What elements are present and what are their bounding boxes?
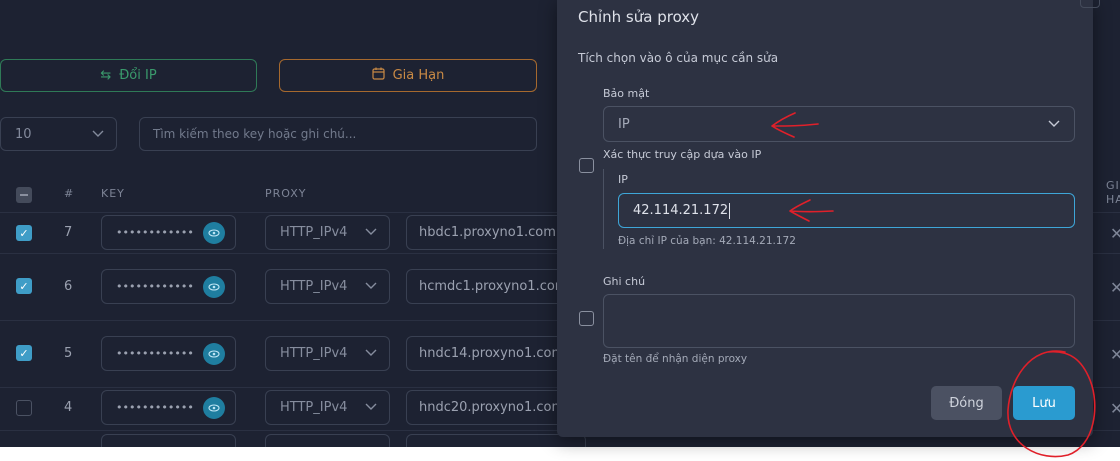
note-label: Ghi chú <box>603 275 646 288</box>
col-header-num: # <box>64 187 75 200</box>
row-checkbox[interactable]: ✓ <box>16 278 32 294</box>
proxy-type-value: HTTP_IPv4 <box>280 400 348 415</box>
security-select[interactable]: IP <box>603 106 1075 142</box>
ip-input[interactable]: 42.114.21.172 <box>618 193 1075 228</box>
section-divider <box>603 169 604 249</box>
proxy-host: hbdc1.proxyno1.com:5 <box>419 225 569 240</box>
security-checkbox[interactable] <box>579 158 594 173</box>
key-field <box>101 434 236 447</box>
proxy-type-select[interactable]: HTTP_IPv4 <box>265 390 390 425</box>
extend-label: Gia Hạn <box>392 68 445 83</box>
proxy-host: hndc14.proxyno1.com <box>419 346 565 361</box>
row-number: 4 <box>64 400 73 415</box>
row-number: 6 <box>64 279 73 294</box>
row-checkbox[interactable]: ✓ <box>16 345 32 361</box>
dialog-close-button[interactable] <box>1080 0 1100 8</box>
col-header-key: KEY <box>101 187 125 200</box>
col-header-extra: GI HA <box>1106 179 1120 206</box>
proxy-type-value: HTTP_IPv4 <box>280 279 348 294</box>
page-size-select[interactable]: 10 <box>0 117 117 151</box>
swap-ip-label: Đổi IP <box>119 68 157 83</box>
select-all-checkbox[interactable] <box>16 187 32 203</box>
proxy-type-select[interactable]: HTTP_IPv4 <box>265 269 390 304</box>
eye-icon[interactable] <box>203 397 225 419</box>
close-icon[interactable]: ✕ <box>1110 399 1120 418</box>
note-checkbox[interactable] <box>579 311 594 326</box>
proxy-type-select[interactable]: HTTP_IPv4 <box>265 336 390 371</box>
search-placeholder: Tìm kiếm theo key hoặc ghi chú... <box>153 127 357 141</box>
close-icon[interactable]: ✕ <box>1110 345 1120 364</box>
key-mask: •••••••••••• <box>116 401 194 414</box>
chevron-down-icon <box>1048 117 1060 132</box>
security-label: Bảo mật <box>603 87 650 100</box>
row-number: 5 <box>64 346 73 361</box>
extend-button[interactable]: Gia Hạn <box>279 59 537 92</box>
swap-icon: ⇆ <box>100 68 112 83</box>
auth-label: Xác thực truy cập dựa vào IP <box>603 148 762 161</box>
key-field: •••••••••••• <box>101 390 236 425</box>
proxy-type-select[interactable]: HTTP_IPv4 <box>265 215 390 250</box>
dialog-subtitle: Tích chọn vào ô của mục cần sửa <box>578 51 779 65</box>
proxy-type-value: HTTP_IPv4 <box>280 225 348 240</box>
proxy-host: hndc20.proxyno1.com <box>419 400 565 415</box>
eye-icon[interactable] <box>203 276 225 298</box>
key-mask: •••••••••••• <box>116 280 194 293</box>
proxy-type-value: HTTP_IPv4 <box>280 346 348 361</box>
row-checkbox[interactable]: ✓ <box>16 225 32 241</box>
key-mask: •••••••••••• <box>116 347 194 360</box>
row-number: 7 <box>64 225 73 240</box>
chevron-down-icon <box>92 127 104 142</box>
page-size-value: 10 <box>15 126 32 142</box>
col-header-proxy: PROXY <box>265 187 307 200</box>
key-field: •••••••••••• <box>101 336 236 371</box>
chevron-down-icon <box>365 346 377 361</box>
proxy-host: hcmdc1.proxyno1.com <box>419 279 568 294</box>
save-button[interactable]: Lưu <box>1013 386 1075 420</box>
note-textarea[interactable] <box>603 294 1075 348</box>
row-checkbox[interactable] <box>16 400 32 416</box>
key-mask: •••••••••••• <box>116 226 194 239</box>
close-icon[interactable]: ✕ <box>1110 224 1120 243</box>
note-hint: Đặt tên để nhận diện proxy <box>603 353 748 365</box>
dialog-title: Chỉnh sửa proxy <box>578 8 700 26</box>
eye-icon[interactable] <box>203 222 225 244</box>
edit-proxy-dialog: Chỉnh sửa proxy Tích chọn vào ô của mục … <box>557 0 1100 437</box>
eye-icon[interactable] <box>203 343 225 365</box>
chevron-down-icon <box>365 279 377 294</box>
search-input[interactable]: Tìm kiếm theo key hoặc ghi chú... <box>139 117 537 151</box>
security-value: IP <box>618 116 630 132</box>
close-button[interactable]: Đóng <box>931 386 1002 420</box>
key-field: •••••••••••• <box>101 269 236 304</box>
chevron-down-icon <box>365 400 377 415</box>
proxy-type-select[interactable] <box>265 434 390 447</box>
key-field: •••••••••••• <box>101 215 236 250</box>
ip-label: IP <box>618 173 628 186</box>
chevron-down-icon <box>365 225 377 240</box>
close-icon[interactable]: ✕ <box>1110 278 1120 297</box>
swap-ip-button[interactable]: ⇆ Đổi IP <box>0 59 257 92</box>
ip-input-value: 42.114.21.172 <box>633 203 729 218</box>
ip-hint: Địa chỉ IP của bạn: 42.114.21.172 <box>618 235 796 247</box>
calendar-icon <box>372 67 385 84</box>
